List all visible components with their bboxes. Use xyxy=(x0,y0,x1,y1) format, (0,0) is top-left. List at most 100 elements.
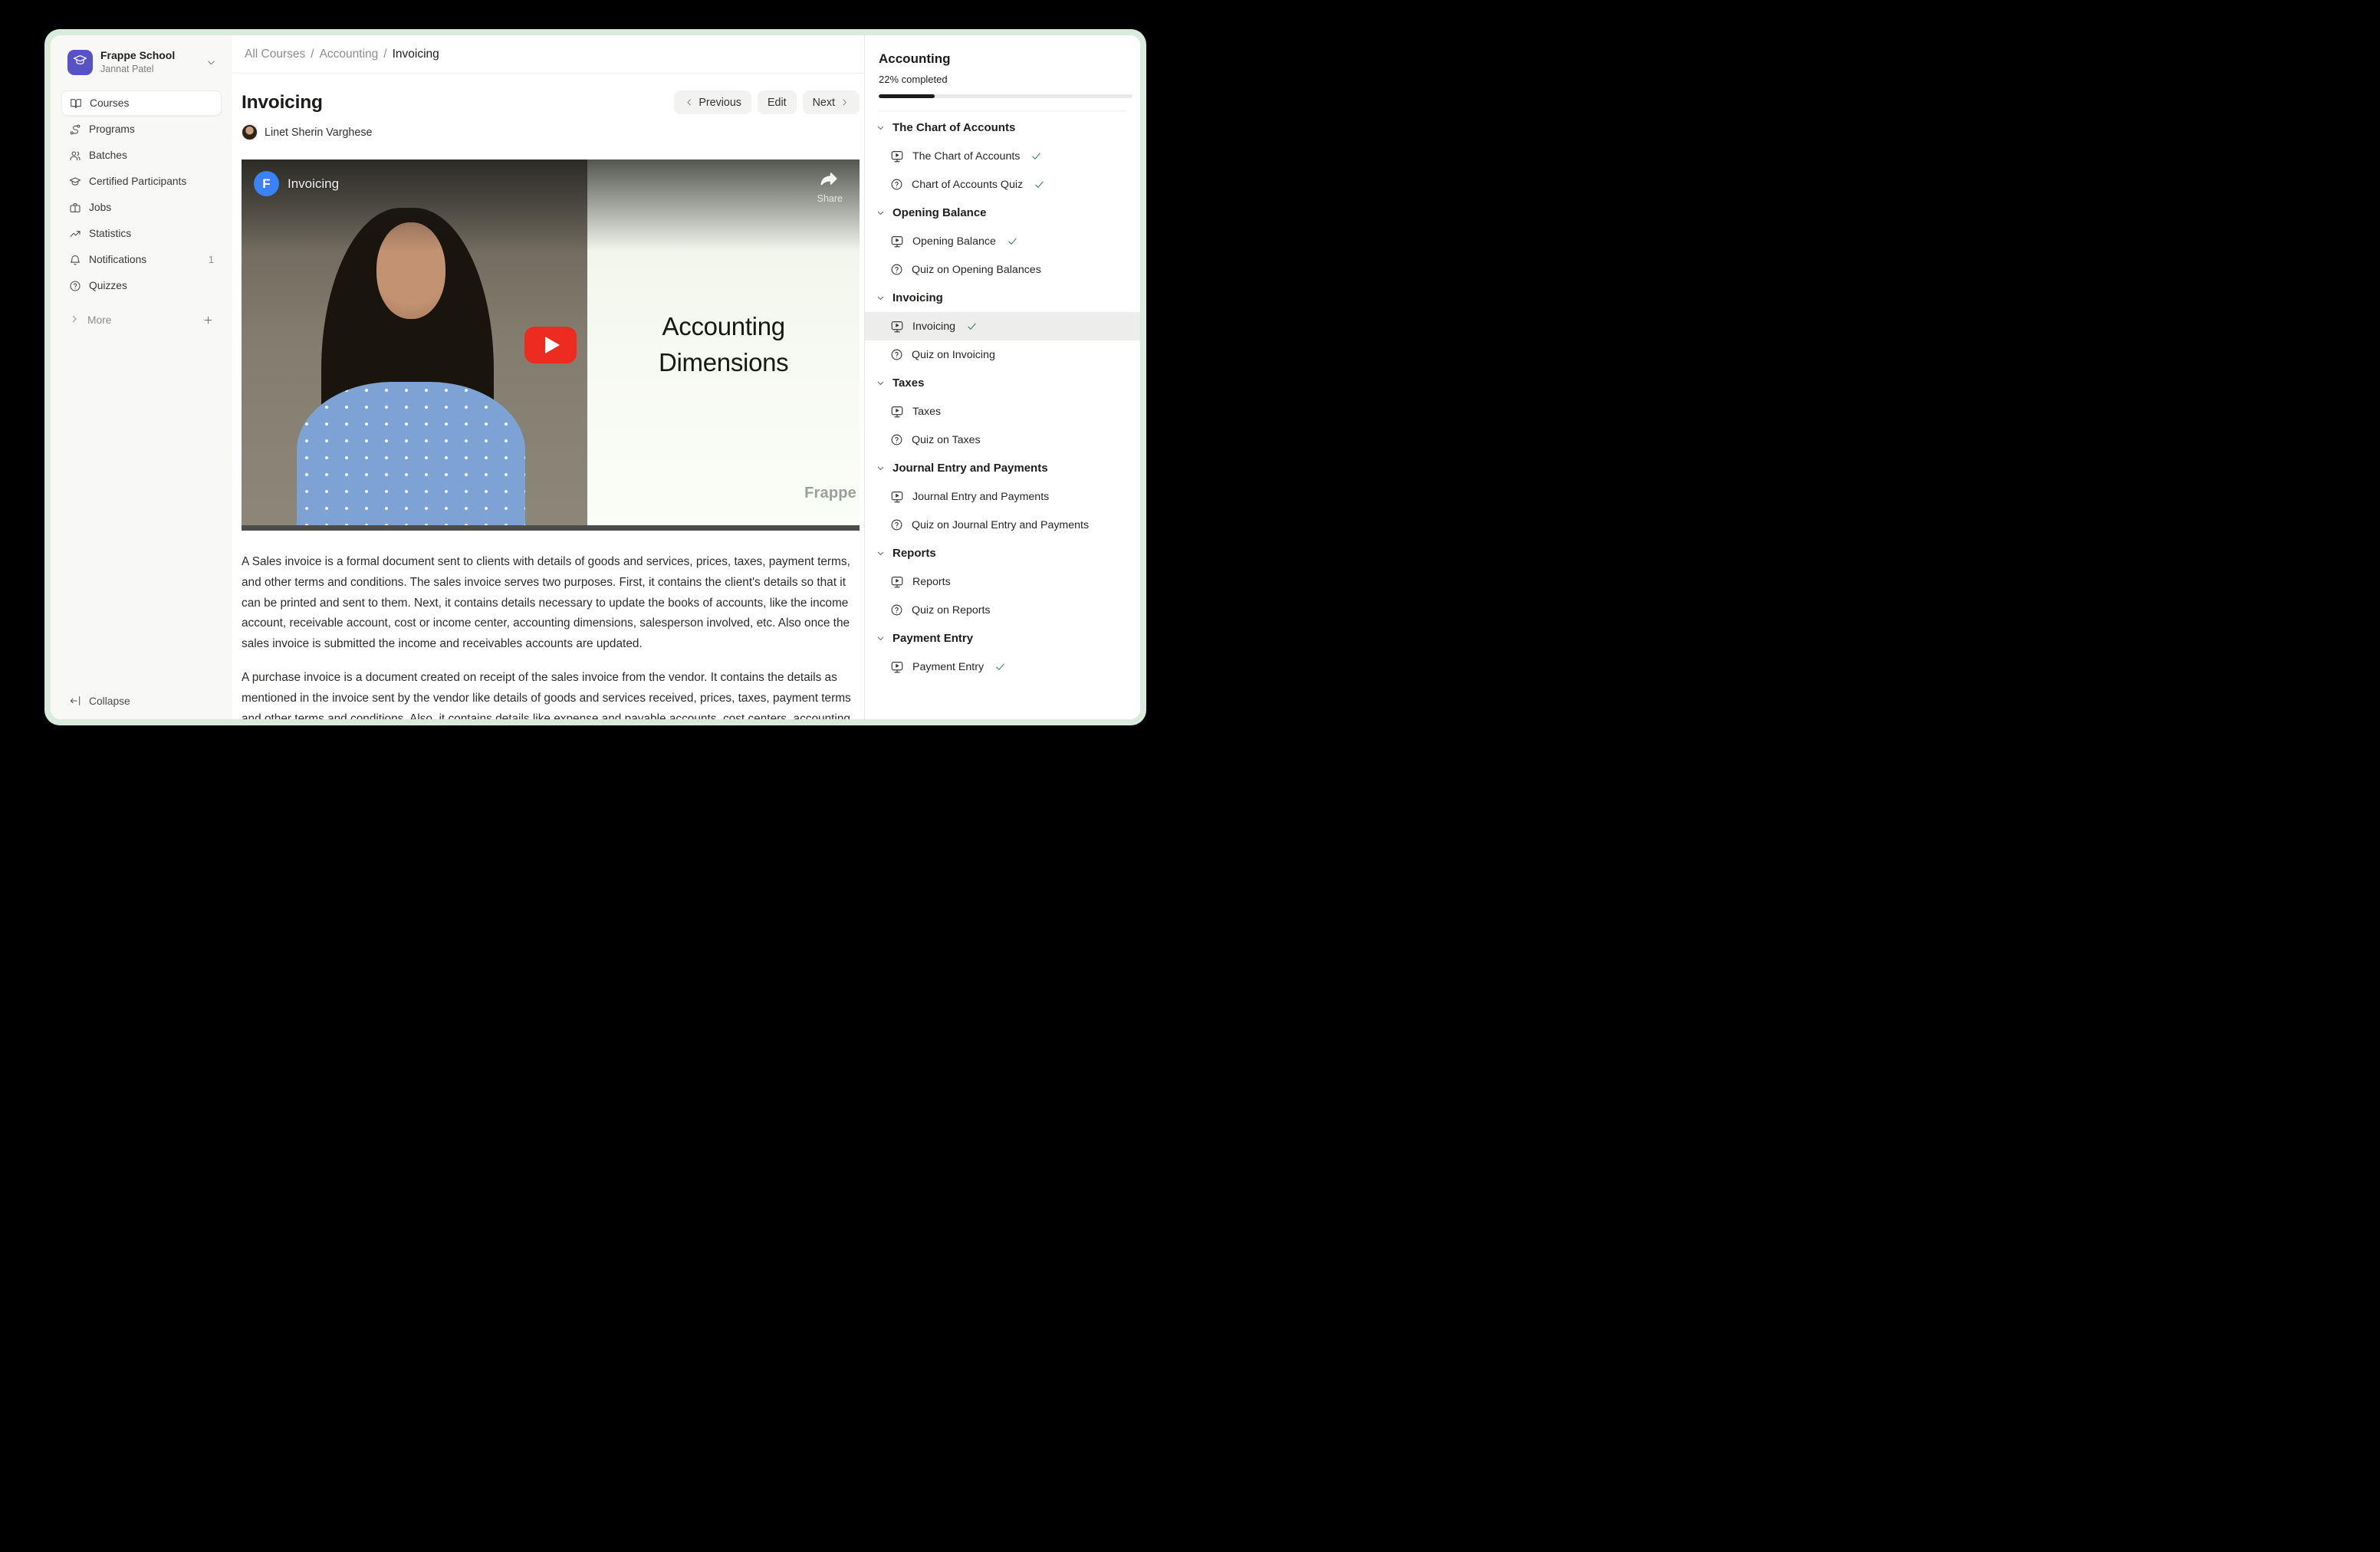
completed-check-icon xyxy=(994,661,1006,672)
collapse-label: Collapse xyxy=(89,695,130,707)
lesson-video-icon xyxy=(890,320,904,334)
video-title[interactable]: Invoicing xyxy=(288,176,339,192)
sidebar-nav: Courses Programs Batches Certified Particip… xyxy=(61,90,222,298)
sidebar-item-certified-participants[interactable]: Certified Participants xyxy=(61,169,222,194)
outline-item-quiz-on-taxes[interactable]: Quiz on Taxes xyxy=(865,426,1140,454)
breadcrumb-link-accounting[interactable]: Accounting xyxy=(320,48,379,61)
outline-section-taxes[interactable]: Taxes xyxy=(865,369,1140,397)
share-button[interactable]: Share xyxy=(817,169,843,204)
outline-item-quiz-on-journal-entry-and-payments[interactable]: Quiz on Journal Entry and Payments xyxy=(865,511,1140,539)
page-title: Invoicing xyxy=(242,92,323,113)
lesson-content: Invoicing Previous Edit Next xyxy=(232,74,864,719)
lesson-actions: Previous Edit Next xyxy=(674,90,860,114)
outline-item-label: Quiz on Journal Entry and Payments xyxy=(912,519,1089,531)
previous-label: Previous xyxy=(699,97,741,109)
sidebar-item-label: Jobs xyxy=(89,202,111,213)
app-title: Frappe School xyxy=(100,49,198,63)
completed-check-icon xyxy=(1007,235,1018,247)
lesson-video-icon xyxy=(890,660,904,674)
chevron-left-icon xyxy=(684,97,694,107)
chevron-down-icon[interactable] xyxy=(205,57,217,68)
outline-item-label: Reports xyxy=(912,576,951,588)
outline-item-the-chart-of-accounts[interactable]: The Chart of Accounts xyxy=(865,142,1140,170)
outline-item-reports[interactable]: Reports xyxy=(865,567,1140,596)
sidebar-item-notifications[interactable]: Notifications1 xyxy=(61,247,222,272)
play-button[interactable] xyxy=(524,327,577,363)
bell-icon xyxy=(69,254,81,266)
app-user-name: Jannat Patel xyxy=(100,64,198,76)
sidebar-item-label: Notifications xyxy=(89,254,146,265)
app-switcher[interactable]: Frappe School Jannat Patel xyxy=(61,46,222,78)
outline-section-opening-balance[interactable]: Opening Balance xyxy=(865,199,1140,227)
sidebar-item-jobs[interactable]: Jobs xyxy=(61,195,222,220)
slide-text-line: Accounting xyxy=(659,309,788,345)
outline-section-journal-entry-and-payments[interactable]: Journal Entry and Payments xyxy=(865,454,1140,482)
outline-item-journal-entry-and-payments[interactable]: Journal Entry and Payments xyxy=(865,482,1140,511)
author-name: Linet Sherin Varghese xyxy=(265,127,372,139)
outline-item-payment-entry[interactable]: Payment Entry xyxy=(865,653,1140,681)
chevron-down-icon xyxy=(876,463,886,473)
slide-text-line: Dimensions xyxy=(659,345,788,381)
outline-item-label: Quiz on Opening Balances xyxy=(912,264,1041,276)
main-column: All Courses/Accounting/Invoicing Invoici… xyxy=(232,35,864,719)
outline-item-opening-balance[interactable]: Opening Balance xyxy=(865,227,1140,255)
help-circle-icon xyxy=(69,280,81,292)
completed-check-icon xyxy=(966,321,978,332)
play-icon xyxy=(545,337,560,353)
outline-item-label: Quiz on Reports xyxy=(912,604,991,617)
graduation-cap-icon xyxy=(69,176,81,188)
lesson-video-player[interactable]: AccountingDimensions F Invoicing Share F xyxy=(242,159,860,531)
outline-section-invoicing[interactable]: Invoicing xyxy=(865,284,1140,312)
progress-fill xyxy=(879,94,935,98)
outline-item-quiz-on-opening-balances[interactable]: Quiz on Opening Balances xyxy=(865,255,1140,284)
next-button[interactable]: Next xyxy=(803,90,860,114)
sidebar-item-courses[interactable]: Courses xyxy=(61,90,222,116)
outline-section-payment-entry[interactable]: Payment Entry xyxy=(865,624,1140,653)
outline-item-invoicing[interactable]: Invoicing xyxy=(865,312,1140,340)
lesson-video-icon xyxy=(890,405,904,419)
outline-section-reports[interactable]: Reports xyxy=(865,539,1140,567)
trending-up-icon xyxy=(69,228,81,240)
sidebar-item-programs[interactable]: Programs xyxy=(61,117,222,142)
sidebar-item-more[interactable]: More xyxy=(61,307,222,333)
sidebar-item-quizzes[interactable]: Quizzes xyxy=(61,273,222,298)
outline-item-quiz-on-reports[interactable]: Quiz on Reports xyxy=(865,596,1140,624)
sidebar-spacer xyxy=(61,333,222,695)
outline-item-taxes[interactable]: Taxes xyxy=(865,397,1140,426)
breadcrumb-bar: All Courses/Accounting/Invoicing xyxy=(232,35,864,74)
presenter-shirt xyxy=(297,382,525,531)
breadcrumb: All Courses/Accounting/Invoicing xyxy=(245,48,439,61)
sidebar-item-batches[interactable]: Batches xyxy=(61,143,222,168)
outline-item-quiz-on-invoicing[interactable]: Quiz on Invoicing xyxy=(865,340,1140,369)
lesson-body-text: A Sales invoice is a formal document sen… xyxy=(242,552,860,719)
left-sidebar: Frappe School Jannat Patel Courses Progra… xyxy=(51,35,232,719)
previous-button[interactable]: Previous xyxy=(674,90,751,114)
outline-section-title: Reports xyxy=(893,547,936,560)
outline-item-chart-of-accounts-quiz[interactable]: Chart of Accounts Quiz xyxy=(865,170,1140,199)
video-progress-bar[interactable] xyxy=(242,525,860,531)
sidebar-item-label: Programs xyxy=(89,123,135,135)
channel-avatar[interactable]: F xyxy=(254,171,279,196)
progress-text: 22% completed xyxy=(879,74,1126,85)
outline-item-label: Chart of Accounts Quiz xyxy=(912,179,1023,191)
breadcrumb-current: Invoicing xyxy=(393,48,439,61)
collapse-sidebar-button[interactable]: Collapse xyxy=(61,695,222,707)
share-arrow-icon xyxy=(820,169,840,192)
sidebar-item-label: Courses xyxy=(90,97,129,109)
frappe-school-logo xyxy=(67,50,93,75)
book-open-icon xyxy=(70,97,82,110)
chevron-down-icon xyxy=(876,208,886,218)
edit-button[interactable]: Edit xyxy=(758,90,797,114)
quiz-icon xyxy=(890,178,903,191)
progress-track xyxy=(879,94,1132,98)
outline-section-title: Payment Entry xyxy=(893,632,973,645)
outline-section-the-chart-of-accounts[interactable]: The Chart of Accounts xyxy=(865,113,1140,142)
next-label: Next xyxy=(813,97,835,109)
sidebar-item-statistics[interactable]: Statistics xyxy=(61,221,222,246)
chevron-right-icon xyxy=(840,97,850,107)
breadcrumb-link-all-courses[interactable]: All Courses xyxy=(245,48,305,61)
plus-icon[interactable] xyxy=(202,314,214,326)
chevron-down-icon xyxy=(876,123,886,133)
chevron-right-icon xyxy=(69,314,80,327)
sidebar-item-label: Certified Participants xyxy=(89,176,186,187)
